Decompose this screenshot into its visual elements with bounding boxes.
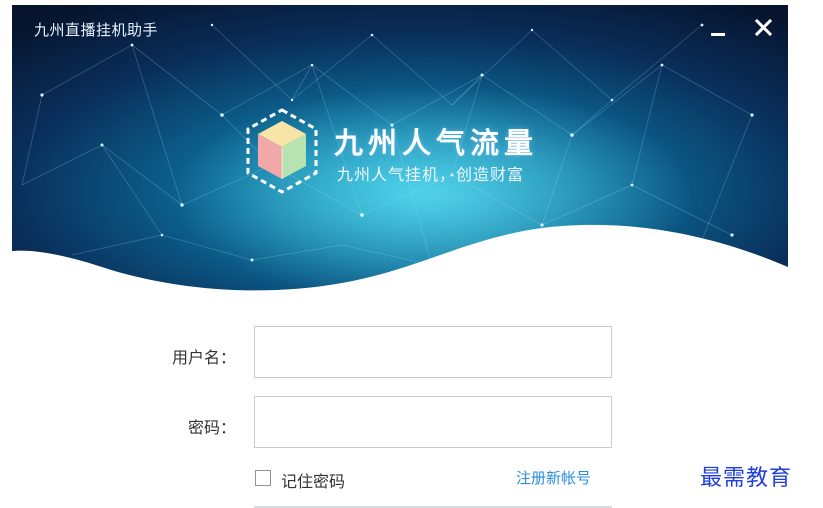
username-input[interactable] bbox=[254, 326, 612, 378]
header-banner: 九州直播挂机助手 九州人气流量 九州人气挂机，创造财富 bbox=[12, 5, 788, 305]
remember-password-label: 记住密码 bbox=[281, 472, 346, 491]
window-title: 九州直播挂机助手 bbox=[34, 21, 159, 39]
register-new-account-link[interactable]: 注册新帐号 bbox=[516, 467, 591, 488]
login-window: 九州直播挂机助手 九州人气流量 九州人气挂机，创造财富 用户名： 密码： 记住密… bbox=[12, 5, 788, 508]
password-input[interactable] bbox=[254, 396, 612, 448]
username-label: 用户名： bbox=[171, 348, 236, 367]
password-label: 密码： bbox=[187, 418, 236, 437]
watermark: 最需教育 bbox=[700, 466, 793, 491]
minimize-button[interactable] bbox=[705, 15, 731, 41]
close-button[interactable] bbox=[751, 15, 777, 41]
page: 九州直播挂机助手 九州人气流量 九州人气挂机，创造财富 用户名： 密码： 记住密… bbox=[0, 0, 823, 508]
brand-name: 九州人气流量 bbox=[334, 126, 539, 160]
close-icon bbox=[754, 18, 773, 37]
cube-logo-icon bbox=[244, 107, 320, 195]
brand-slogan: 九州人气挂机，创造财富 bbox=[337, 165, 525, 184]
minimize-icon bbox=[711, 33, 725, 36]
checkbox-icon[interactable] bbox=[255, 470, 271, 486]
